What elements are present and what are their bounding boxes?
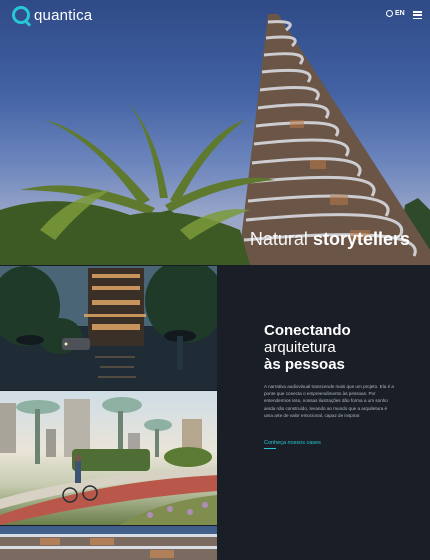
globe-icon	[386, 10, 393, 17]
section-heading-line2: arquitetura	[264, 339, 336, 356]
hero-title-light: Natural	[249, 229, 308, 249]
language-switcher[interactable]: EN	[386, 10, 405, 17]
section-heading-line3: às pessoas	[264, 356, 345, 373]
section-body-text: A narrativa audiovisual transcende mais …	[264, 384, 394, 418]
top-navigation: quantica EN	[0, 0, 430, 32]
brand-name: quantica	[34, 6, 93, 24]
brand-logo[interactable]: quantica	[12, 6, 92, 24]
project-image-park-bikelane[interactable]	[0, 391, 217, 525]
cta-underline	[264, 448, 276, 449]
content-panel: Conectando arquitetura às pessoas A narr…	[217, 266, 430, 560]
hero-image	[0, 14, 430, 265]
language-label: EN	[395, 10, 405, 17]
hero-banner: quantica EN Natural storytellers	[0, 0, 430, 265]
project-image-tower[interactable]	[0, 526, 217, 560]
hamburger-menu-icon[interactable]	[413, 11, 422, 19]
cases-link[interactable]: Conheça nossos cases	[264, 440, 321, 446]
hero-title-bold: storytellers	[312, 229, 410, 249]
section-heading-line1: Conectando	[264, 322, 351, 339]
hero-title: Natural storytellers	[250, 229, 410, 250]
logo-icon	[12, 6, 30, 24]
project-image-night-street[interactable]	[0, 266, 217, 390]
